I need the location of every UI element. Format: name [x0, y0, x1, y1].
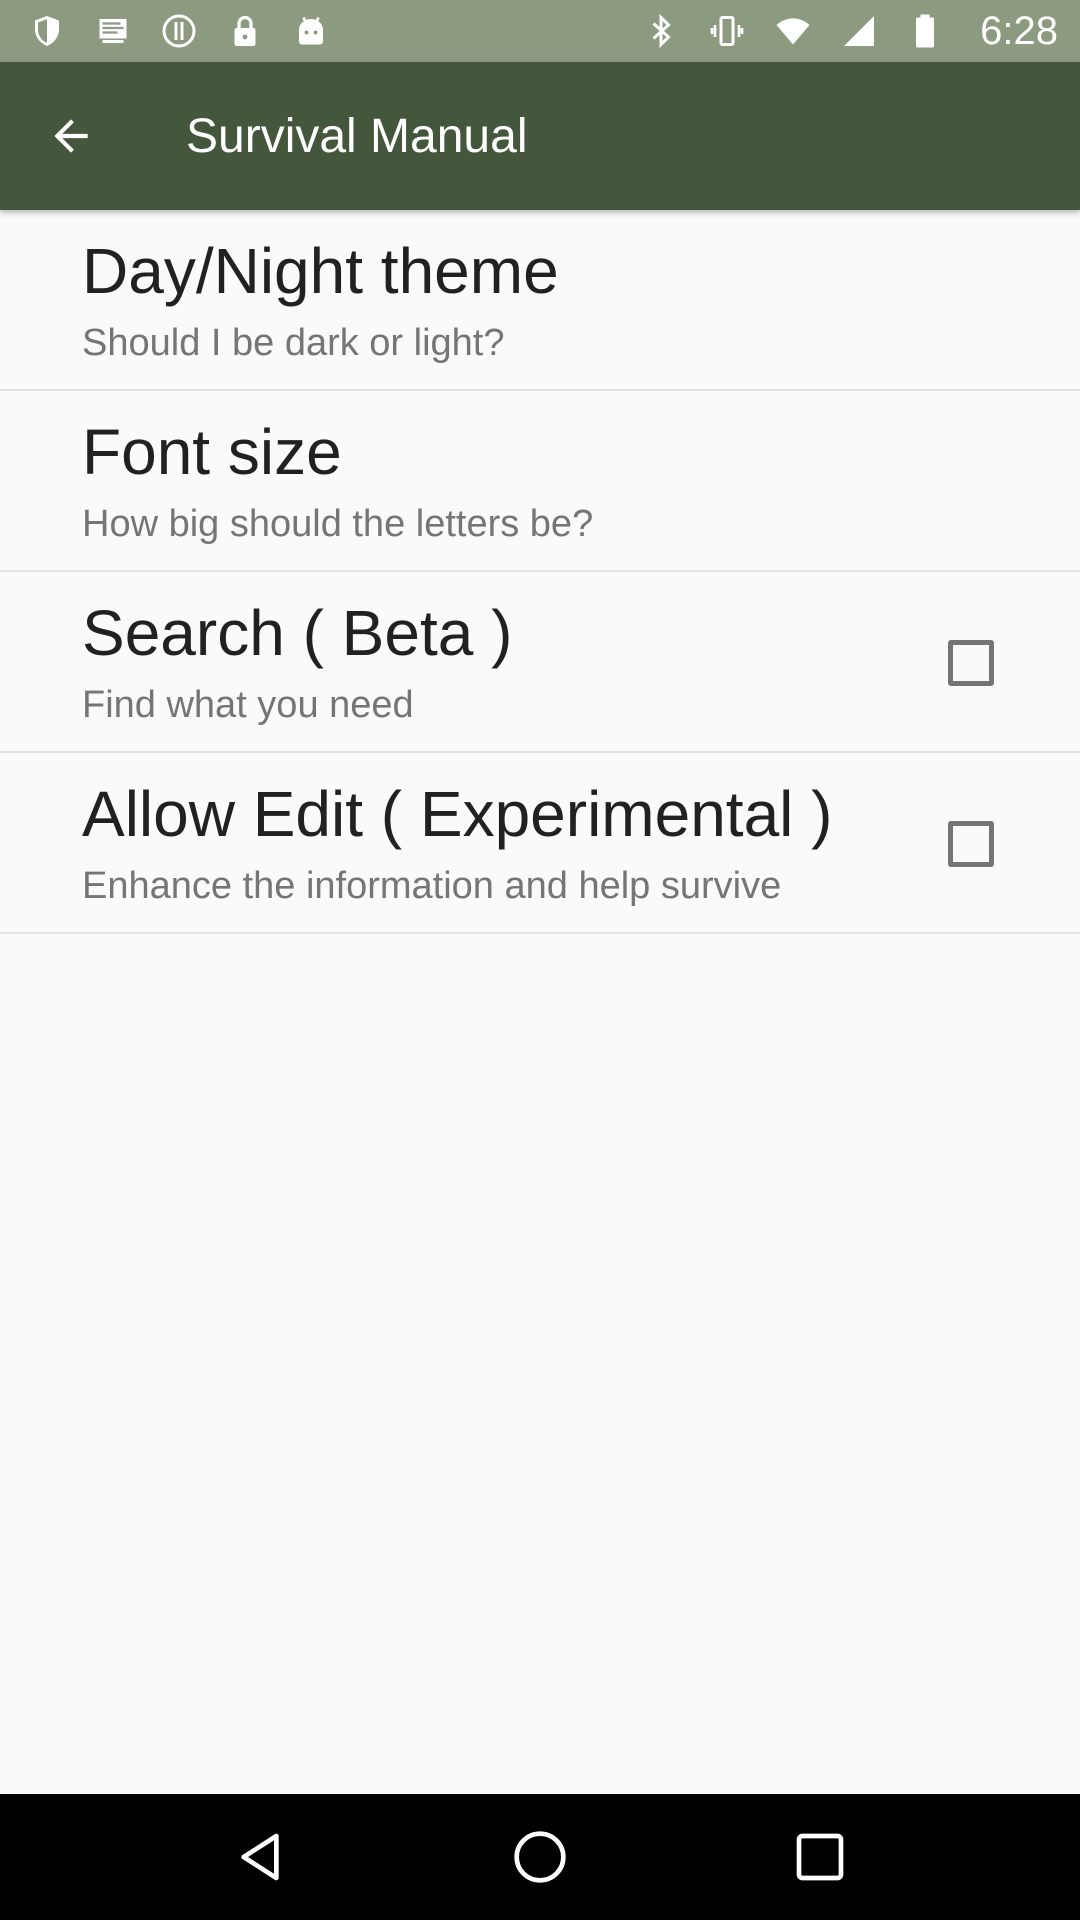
status-left-icons [28, 12, 330, 50]
bluetooth-icon [642, 12, 680, 50]
back-button[interactable] [0, 62, 146, 210]
setting-summary: Should I be dark or light? [82, 322, 505, 364]
vibrate-icon [708, 12, 746, 50]
signal-icon [840, 12, 878, 50]
setting-summary: How big should the letters be? [82, 503, 594, 545]
lock-icon [226, 12, 264, 50]
shield-icon [28, 12, 66, 50]
nav-home-button[interactable] [485, 1802, 595, 1912]
wifi-icon [774, 12, 812, 50]
status-time: 6:28 [980, 8, 1058, 53]
battery-icon [906, 12, 944, 50]
setting-summary: Enhance the information and help survive [82, 865, 782, 907]
home-circle-icon [514, 1831, 566, 1883]
setting-title: Font size [82, 416, 342, 488]
arrow-back-icon [54, 119, 88, 153]
recents-square-icon [796, 1833, 844, 1881]
page-title: Survival Manual [186, 109, 528, 163]
setting-day-night-theme[interactable]: Day/Night theme Should I be dark or ligh… [0, 210, 1080, 391]
status-bar: 6:28 [0, 0, 1080, 62]
info-icon [160, 12, 198, 50]
setting-title: Allow Edit ( Experimental ) [82, 778, 833, 850]
android-icon [292, 12, 330, 50]
status-right-icons: 6:28 [642, 9, 1058, 54]
setting-allow-edit[interactable]: Allow Edit ( Experimental ) Enhance the … [0, 753, 1080, 934]
navigation-bar [0, 1794, 1080, 1920]
setting-font-size[interactable]: Font size How big should the letters be? [0, 391, 1080, 572]
setting-search-beta[interactable]: Search ( Beta ) Find what you need [0, 572, 1080, 753]
app-bar: Survival Manual [0, 62, 1080, 210]
back-triangle-icon [241, 1833, 279, 1881]
notification-icon [94, 12, 132, 50]
setting-title: Search ( Beta ) [82, 597, 513, 669]
search-beta-checkbox[interactable] [948, 640, 994, 686]
setting-summary: Find what you need [82, 684, 414, 726]
nav-back-button[interactable] [205, 1802, 315, 1912]
nav-recents-button[interactable] [765, 1802, 875, 1912]
allow-edit-checkbox[interactable] [948, 821, 994, 867]
settings-list: Day/Night theme Should I be dark or ligh… [0, 210, 1080, 934]
setting-title: Day/Night theme [82, 235, 559, 307]
